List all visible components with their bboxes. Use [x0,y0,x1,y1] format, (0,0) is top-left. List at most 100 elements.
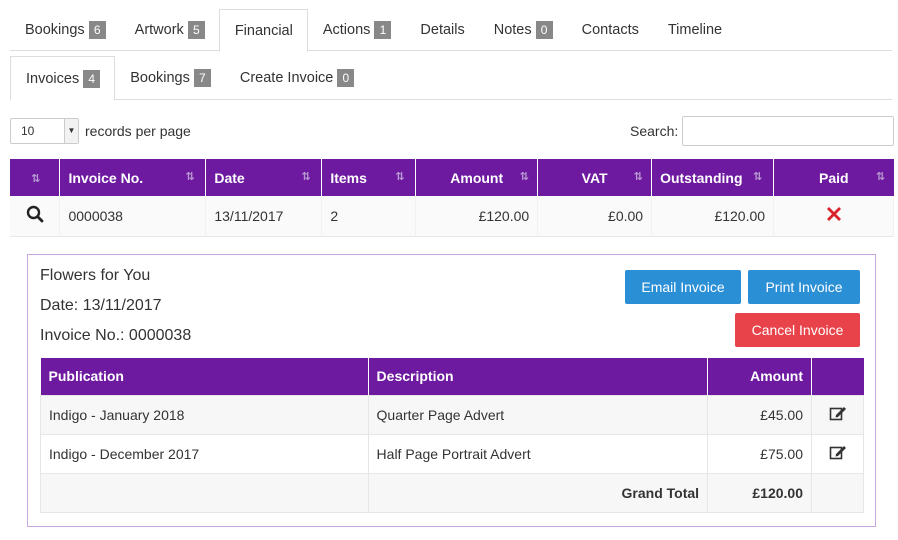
invoice-lines-table: Publication Description Amount Indigo - … [40,358,864,513]
count-badge: 4 [83,69,101,88]
sort-icon: ⇅ [185,171,194,183]
count-badge: 6 [88,21,106,39]
table-row: Indigo - January 2018 Quarter Page Adver… [40,394,864,435]
tab-label: Timeline [667,22,723,38]
email-invoice-button[interactable]: Email Invoice [625,270,741,304]
tab-label: Financial [234,22,293,39]
column-header-amount: Amount [707,358,812,395]
header-label: Invoice No. [68,169,144,186]
column-header-date[interactable]: Date ⇅ [205,159,323,196]
sort-icon: ⇅ [519,171,529,183]
header-label: Date [214,169,245,186]
publication-cell: Indigo - December 2017 [40,433,369,474]
search-input[interactable] [682,116,894,146]
sort-icon: ⇅ [875,171,885,183]
empty-cell [40,472,369,513]
edit-cell[interactable] [811,433,864,474]
column-header-invoice-no[interactable]: Invoice No. ⇅ [59,159,207,196]
table-row[interactable]: 0000038 13/11/2017 2 £120.00 £0.00 £120.… [10,196,894,237]
invoice-date: Date: 13/11/2017 [40,297,162,314]
empty-cell [811,472,864,513]
grand-total-value: £120.00 [707,472,812,513]
header-label: Paid [818,169,849,186]
column-header-actions [811,358,864,395]
column-header-publication: Publication [40,358,369,395]
records-per-page-select[interactable]: 10 ▼ [10,118,79,144]
column-header-vat[interactable]: VAT ⇅ [537,159,653,196]
count-badge: 0 [337,69,355,87]
paid-cell [773,196,894,237]
caret-down-icon: ▼ [64,119,78,143]
subtab-create-invoice[interactable]: Create Invoice 0 [225,56,369,100]
column-header-amount[interactable]: Amount ⇅ [415,159,539,196]
amount-cell: £120.00 [415,196,539,237]
tab-label: Contacts [581,22,639,38]
tab-label: Create Invoice [239,70,334,86]
header-label: Outstanding [660,169,743,186]
client-name: Flowers for You [40,267,151,284]
edit-icon[interactable] [829,405,847,421]
print-invoice-button[interactable]: Print Invoice [748,270,860,304]
search-label: Search: [630,123,679,139]
column-header-paid[interactable]: Paid ⇅ [773,159,894,196]
tab-label: Bookings [25,22,85,38]
grand-total-label: Grand Total [367,472,709,513]
edit-icon[interactable] [829,444,847,460]
edit-cell[interactable] [811,394,864,435]
sort-icon: ⇅ [395,171,404,183]
sub-tab-bar: Invoices 4 Bookings 7 Create Invoice 0 [10,56,892,101]
tab-actions[interactable]: Actions 1 [308,9,406,51]
invoices-table: ⇅ Invoice No. ⇅ Date ⇅ Items ⇅ Amount ⇅ VAT ⇅… [10,159,894,237]
column-header-outstanding[interactable]: Outstanding ⇅ [651,159,775,196]
column-header-items[interactable]: Items ⇅ [321,159,417,196]
grand-total-row: Grand Total £120.00 [40,472,864,513]
tab-label: Details [420,22,465,38]
magnifier-icon[interactable] [26,205,44,223]
tab-details[interactable]: Details [405,9,478,51]
tab-timeline[interactable]: Timeline [653,9,736,51]
count-badge: 1 [374,21,392,39]
select-value: 10 [21,124,35,138]
top-tab-bar: Bookings 6 Artwork 5 Financial Actions 1… [10,9,892,52]
table-header-row: ⇅ Invoice No. ⇅ Date ⇅ Items ⇅ Amount ⇅ VAT ⇅… [10,159,894,196]
header-label: Items [330,169,367,186]
amount-cell: £75.00 [707,433,812,474]
tab-label: Invoices [26,70,80,87]
sort-icon: ⇅ [753,171,762,183]
header-label: VAT [581,169,608,186]
header-label: Amount [450,169,504,186]
invoice-number: Invoice No.: 0000038 [40,327,192,344]
tab-financial[interactable]: Financial [218,9,308,52]
cross-icon [826,207,841,222]
records-per-page-label: records per page [85,123,191,139]
tab-label: Artwork [134,22,184,38]
sort-icon: ⇅ [633,171,642,183]
tab-notes[interactable]: Notes 0 [479,9,567,51]
subtab-invoices[interactable]: Invoices 4 [10,56,116,101]
invoice-no-cell: 0000038 [59,196,207,237]
tab-label: Bookings [130,70,190,86]
amount-cell: £45.00 [707,394,812,435]
count-badge: 7 [193,69,211,87]
table-header-row: Publication Description Amount [40,358,864,395]
tab-label: Notes [493,22,532,38]
count-badge: 5 [187,21,205,39]
table-controls: 10 ▼ records per page Search: [10,116,894,146]
vat-cell: £0.00 [537,196,653,237]
subtab-bookings[interactable]: Bookings 7 [115,56,225,100]
tab-contacts[interactable]: Contacts [567,9,653,51]
cancel-invoice-button[interactable]: Cancel Invoice [735,313,860,347]
count-badge: 0 [535,21,553,39]
column-header-expand[interactable]: ⇅ [10,159,61,196]
column-header-description: Description [368,358,709,395]
tab-artwork[interactable]: Artwork 5 [120,9,219,51]
description-cell: Half Page Portrait Advert [367,433,709,474]
publication-cell: Indigo - January 2018 [40,394,369,435]
sort-icon: ⇅ [301,171,310,183]
tab-bookings[interactable]: Bookings 6 [10,9,120,51]
items-cell: 2 [321,196,417,237]
date-cell: 13/11/2017 [205,196,323,237]
expand-cell[interactable] [10,196,61,237]
table-row: Indigo - December 2017 Half Page Portrai… [40,433,864,474]
description-cell: Quarter Page Advert [367,394,709,435]
